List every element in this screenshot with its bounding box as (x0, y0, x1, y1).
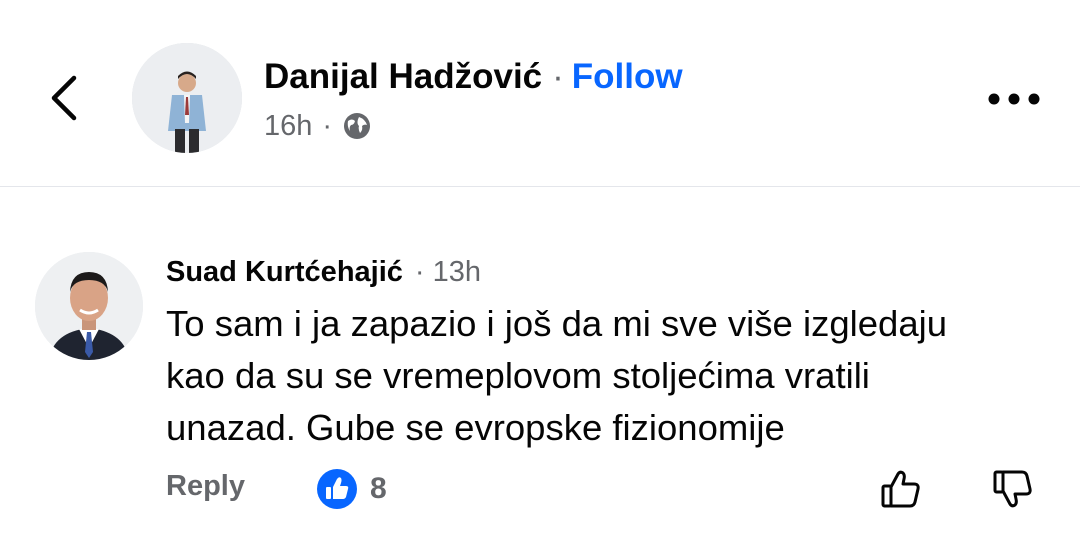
thumbs-up-icon (881, 470, 920, 508)
upvote-button[interactable] (878, 466, 924, 512)
comment-text-line: unazad. Gube se evropske fizionomije (166, 407, 785, 448)
comment-text-line: kao da su se vremeplovom stoljećima vrat… (166, 355, 870, 396)
commenter-name[interactable]: Suad Kurtćehajić (166, 256, 403, 289)
like-reaction-icon (317, 469, 357, 509)
separator-dot: · (552, 57, 564, 96)
author-avatar[interactable] (132, 43, 242, 153)
downvote-button[interactable] (990, 466, 1036, 512)
more-options-button[interactable] (984, 84, 1044, 114)
post-header: Danijal Hadžović · Follow 16h · (0, 0, 1080, 186)
separator-dot: · (414, 255, 425, 288)
follow-button[interactable]: Follow (572, 57, 683, 97)
post-timestamp[interactable]: 16h (264, 110, 312, 143)
chevron-left-icon (51, 75, 77, 121)
back-button[interactable] (44, 70, 88, 126)
comment-timestamp[interactable]: 13h (433, 256, 481, 289)
globe-icon (344, 113, 371, 139)
commenter-avatar[interactable] (35, 252, 143, 360)
more-horizontal-icon (988, 93, 1040, 105)
reaction-count: 8 (370, 472, 387, 505)
separator-dot: · (322, 109, 333, 142)
comment-text-line: To sam i ja zapazio i još da mi sve više… (166, 303, 948, 344)
comment-body: To sam i ja zapazio i još da mi sve više… (166, 298, 1046, 454)
post-author-name[interactable]: Danijal Hadžović (264, 57, 542, 97)
reaction-summary[interactable]: 8 (316, 468, 387, 510)
reply-button[interactable]: Reply (166, 470, 245, 503)
header-divider (0, 186, 1080, 187)
thumbs-down-icon (993, 470, 1032, 508)
